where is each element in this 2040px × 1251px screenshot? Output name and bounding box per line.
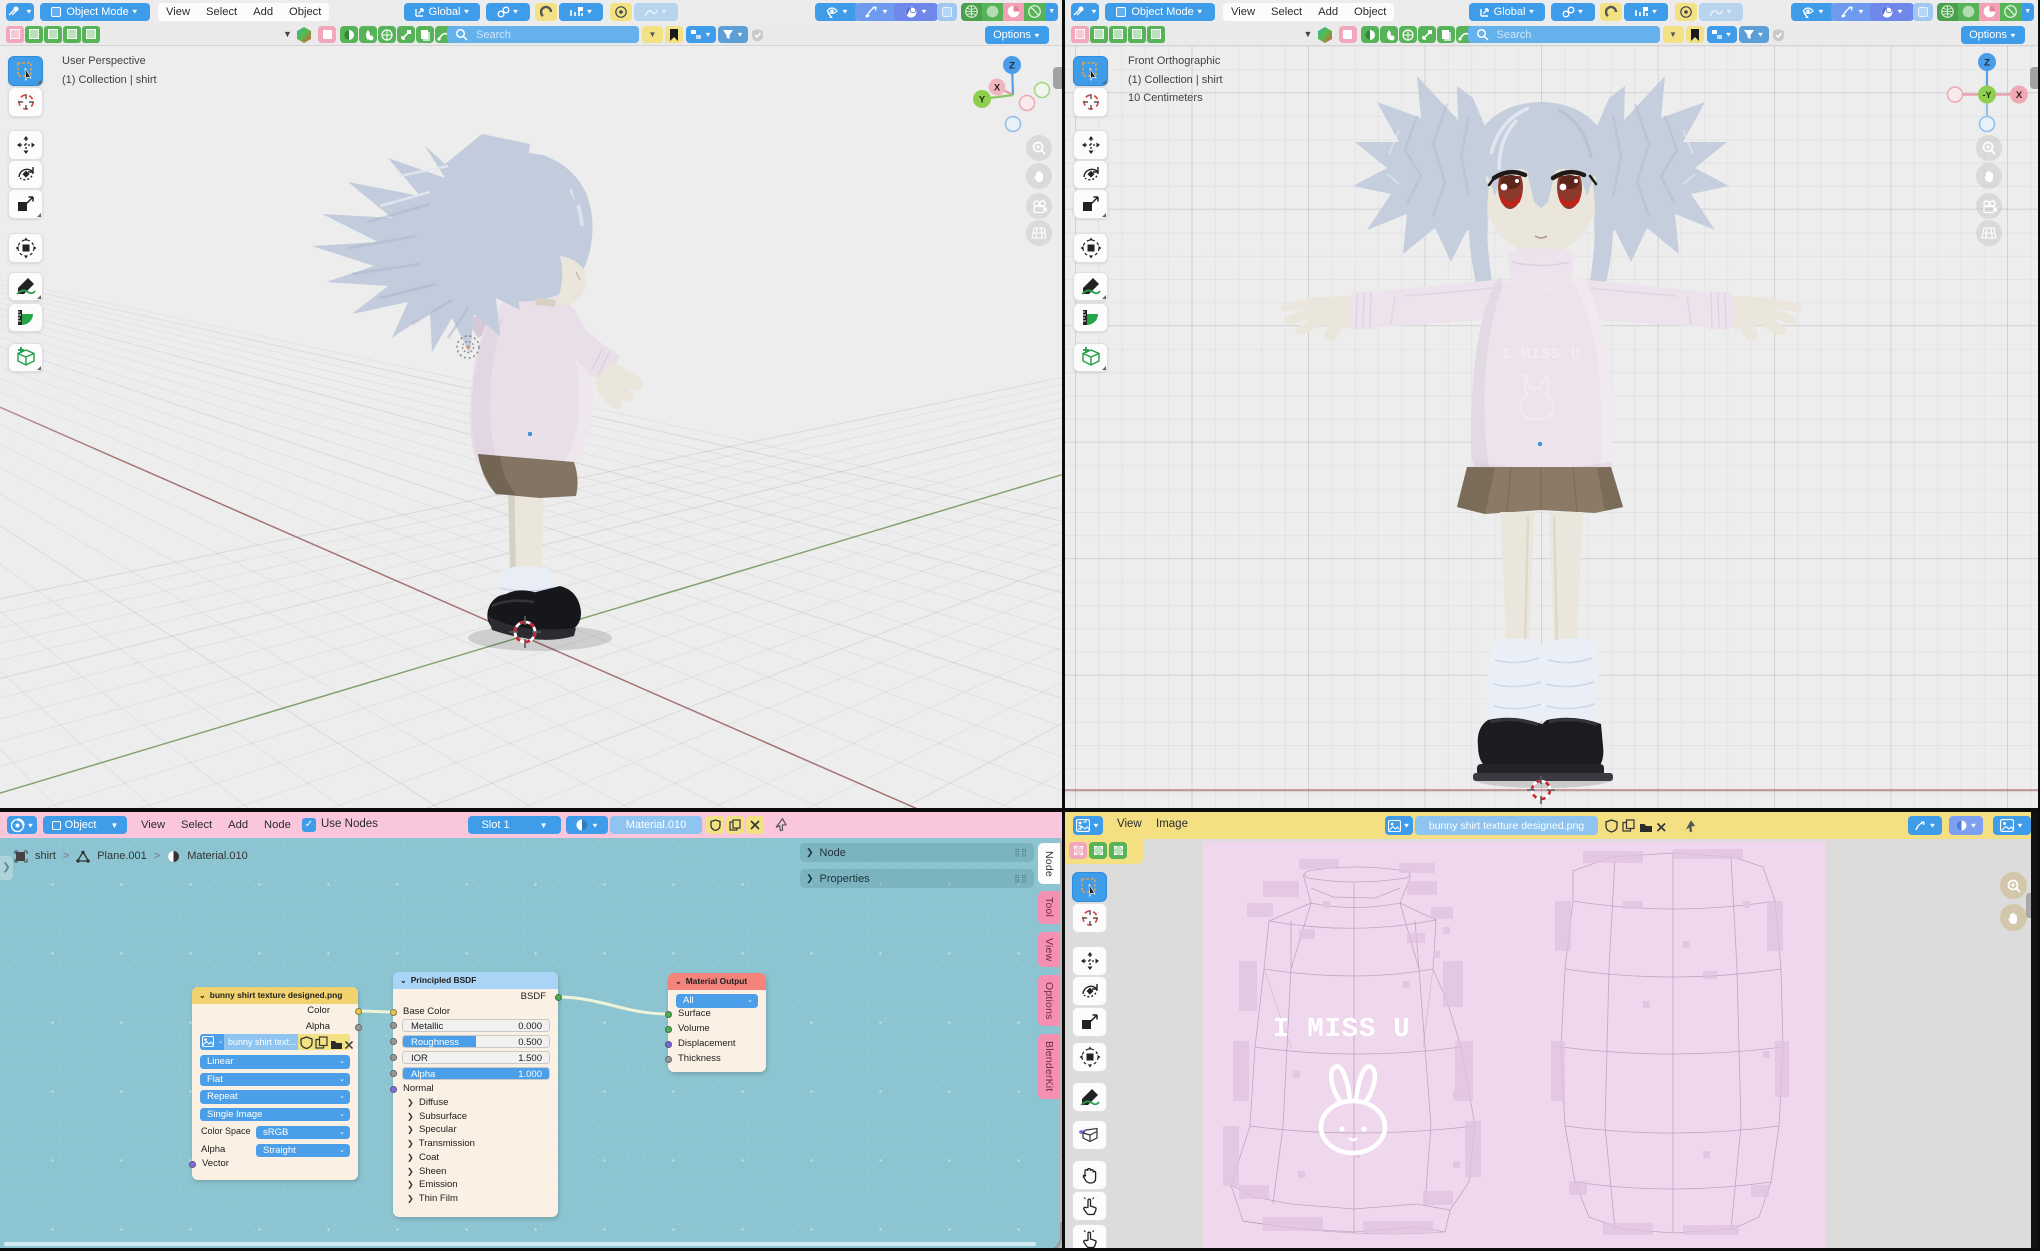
svg-text:Z: Z	[1009, 61, 1015, 72]
svg-text:Y: Y	[979, 95, 986, 106]
svg-text:I MISS U: I MISS U	[1273, 1015, 1411, 1045]
svg-text:I MISS U: I MISS U	[1501, 346, 1581, 363]
svg-text:X: X	[2016, 90, 2023, 101]
svg-text:-Y: -Y	[1983, 90, 1992, 100]
svg-text:Z: Z	[1984, 58, 1990, 69]
svg-text:X: X	[994, 83, 1001, 94]
